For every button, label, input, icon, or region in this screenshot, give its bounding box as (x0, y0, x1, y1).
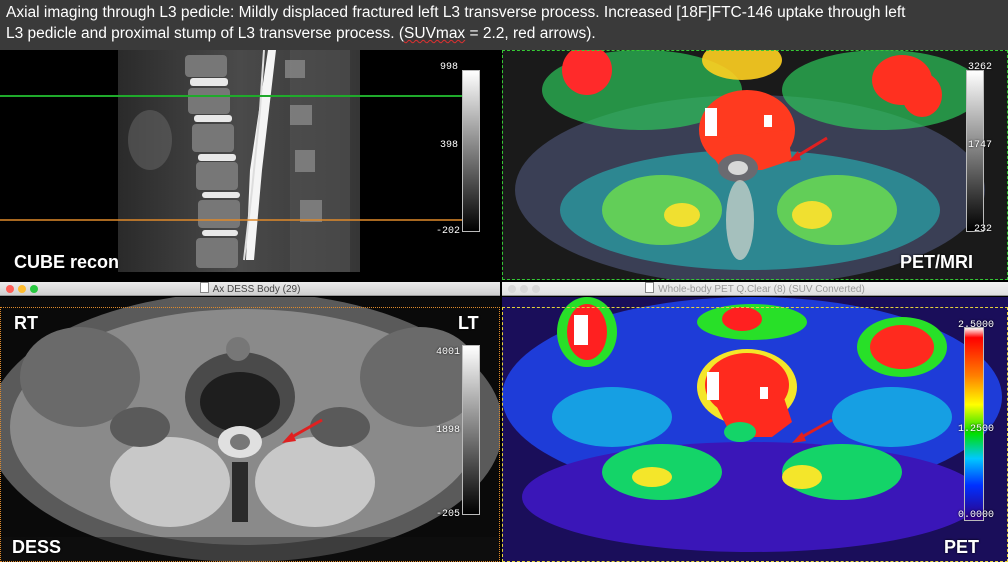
dess-grayscale-bar (462, 345, 480, 515)
zoom-window-button[interactable] (532, 285, 540, 293)
dess-scale-mid: 1898 (436, 425, 461, 436)
caption-line-2-start: L3 pedicle and proximal stump of L3 tran… (6, 25, 405, 42)
petmri-scale-max: 3262 (968, 62, 993, 73)
cube-recon-label: CUBE recon (14, 252, 120, 272)
dess-window-title: Ax DESS Body (29) (212, 284, 301, 295)
caption-line-1: Axial imaging through L3 pedicle: Mildly… (6, 4, 906, 21)
minimize-window-button[interactable] (18, 285, 26, 293)
cube-scale-max: 998 (440, 62, 459, 73)
pet-scale-mid: 1.2500 (958, 424, 995, 435)
cube-scale-mid: 398 (440, 140, 459, 151)
minimize-window-button[interactable] (520, 285, 528, 293)
sagittal-mri-image (0, 50, 480, 272)
dess-scale-max: 4001 (436, 347, 461, 358)
orientation-right-label: RT (14, 313, 38, 333)
petmri-fusion-image (502, 50, 1008, 280)
orientation-left-label: LT (458, 313, 479, 333)
document-icon (645, 282, 655, 293)
dess-scale-min: -205 (436, 509, 461, 520)
pet-window-titlebar[interactable]: Whole-body PET Q.Clear (8) (SUV Converte… (502, 282, 1008, 296)
dess-axial-image (0, 297, 500, 562)
cube-grayscale-bar (462, 70, 480, 232)
cube-scale-min: -202 (436, 226, 461, 237)
petmri-label: PET/MRI (900, 252, 974, 272)
caption-line-2: L3 pedicle and proximal stump of L3 tran… (6, 23, 1002, 44)
pet-scale-min: 0.0000 (958, 510, 995, 521)
pet-label: PET (944, 537, 980, 557)
cube-recon-viewport[interactable]: 998 398 -202 CUBE recon (0, 50, 500, 280)
figure-caption: Axial imaging through L3 pedicle: Mildly… (0, 0, 1008, 50)
petmri-scale-mid: 1747 (968, 140, 993, 151)
petmri-grayscale-bar (966, 70, 984, 232)
zoom-window-button[interactable] (30, 285, 38, 293)
document-icon (199, 282, 209, 293)
petmri-viewport[interactable]: 3262 1747 232 PET/MRI (502, 50, 1008, 280)
dess-window-titlebar[interactable]: Ax DESS Body (29) (0, 282, 500, 296)
pet-scale-max: 2.5000 (958, 320, 995, 331)
dess-viewport[interactable]: 4001 1898 -205 RT LT DESS (0, 297, 500, 562)
caption-line-2-end: = 2.2, red arrows). (465, 25, 596, 42)
close-window-button[interactable] (508, 285, 516, 293)
petmri-scale-min: 232 (974, 224, 993, 235)
pet-window-title: Whole-body PET Q.Clear (8) (SUV Converte… (658, 284, 865, 295)
dess-label: DESS (12, 537, 62, 557)
pet-axial-image (502, 297, 1008, 562)
caption-suvmax: SUVmax (404, 25, 466, 42)
pet-viewport[interactable]: 2.5000 1.2500 0.0000 PET (502, 297, 1008, 562)
close-window-button[interactable] (6, 285, 14, 293)
